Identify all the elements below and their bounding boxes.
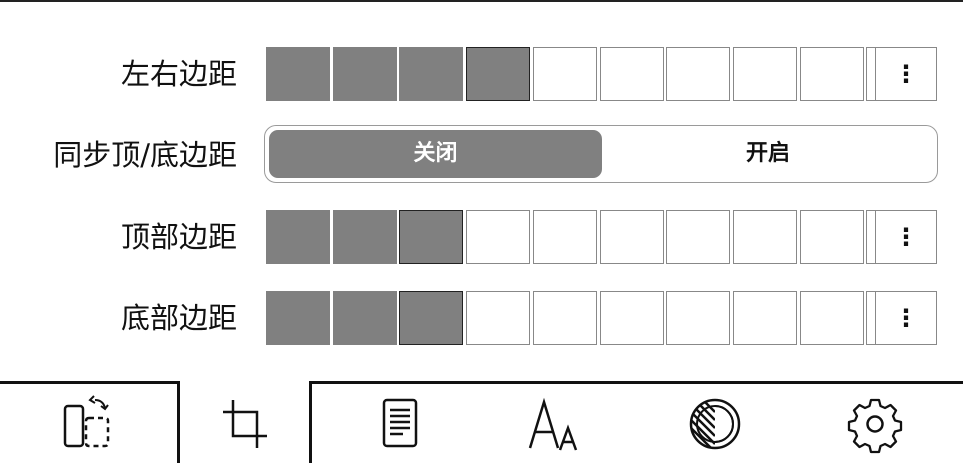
level-segment[interactable] — [600, 210, 664, 264]
bottom-margin-label: 底部边距 — [120, 301, 237, 335]
level-segment[interactable] — [266, 291, 330, 345]
top-divider — [0, 0, 963, 2]
contrast-icon — [689, 398, 741, 449]
sync-off-option[interactable]: 关闭 — [269, 130, 602, 178]
level-segment[interactable] — [533, 47, 597, 101]
level-segment[interactable] — [666, 210, 730, 264]
sync-on-option[interactable]: 开启 — [602, 130, 934, 178]
level-segment[interactable] — [466, 47, 530, 101]
level-segment[interactable] — [600, 291, 664, 345]
sync-margin-label: 同步顶/底边距 — [53, 138, 237, 172]
level-segment[interactable] — [800, 291, 864, 345]
level-segment[interactable] — [666, 291, 730, 345]
lr-margin-slider[interactable] — [266, 47, 930, 101]
level-segment[interactable] — [399, 47, 463, 101]
level-segment[interactable] — [800, 47, 864, 101]
level-segment[interactable] — [733, 291, 797, 345]
document-icon — [382, 398, 418, 447]
top-margin-slider[interactable] — [266, 210, 930, 264]
level-segment[interactable] — [266, 47, 330, 101]
level-segment[interactable] — [533, 210, 597, 264]
lr-margin-label: 左右边距 — [120, 57, 237, 91]
lr-margin-more-button[interactable]: ⋮ — [875, 47, 937, 101]
level-segment[interactable] — [399, 291, 463, 345]
top-margin-label: 顶部边距 — [120, 220, 237, 254]
level-segment[interactable] — [800, 210, 864, 264]
level-segment[interactable] — [666, 47, 730, 101]
crop-button[interactable] — [180, 384, 309, 463]
bottom-margin-more-button[interactable]: ⋮ — [875, 291, 937, 345]
top-margin-more-button[interactable]: ⋮ — [875, 210, 937, 264]
level-segment[interactable] — [733, 47, 797, 101]
active-tab-right-border — [309, 381, 312, 463]
gear-icon — [847, 398, 903, 453]
level-segment[interactable] — [466, 210, 530, 264]
contrast-button[interactable] — [660, 384, 770, 463]
sync-margin-toggle[interactable]: 关闭 开启 — [264, 125, 938, 183]
crop-icon — [222, 399, 267, 448]
level-segment[interactable] — [333, 291, 397, 345]
font-button[interactable] — [500, 384, 610, 463]
level-segment[interactable] — [333, 47, 397, 101]
settings-button[interactable] — [820, 384, 930, 463]
level-segment[interactable] — [600, 47, 664, 101]
level-segment[interactable] — [333, 210, 397, 264]
level-segment[interactable] — [533, 291, 597, 345]
level-segment[interactable] — [266, 210, 330, 264]
level-segment[interactable] — [733, 210, 797, 264]
rotate-icon — [63, 394, 109, 447]
rotate-button[interactable] — [0, 384, 177, 463]
page-layout-button[interactable] — [345, 384, 455, 463]
bottom-margin-slider[interactable] — [266, 291, 930, 345]
level-segment[interactable] — [466, 291, 530, 345]
font-size-icon — [528, 397, 578, 450]
level-segment[interactable] — [399, 210, 463, 264]
